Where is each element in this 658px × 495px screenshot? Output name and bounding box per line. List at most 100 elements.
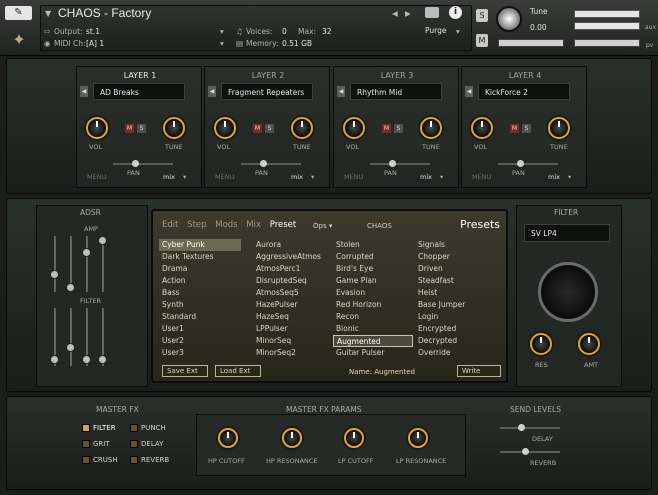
filter-type-select[interactable]: SV LP4 [524, 224, 610, 242]
filter-sustain-thumb[interactable] [82, 355, 91, 364]
ops-label[interactable]: Ops [313, 222, 327, 230]
name-value[interactable]: Augmented [374, 368, 415, 376]
tab-mix[interactable]: Mix [246, 220, 261, 230]
fx-grit-label[interactable]: GRIT [93, 440, 110, 448]
list-item[interactable]: Steadfast [415, 275, 497, 287]
filter-attack-thumb[interactable] [50, 355, 59, 364]
vol-knob[interactable] [343, 117, 365, 139]
output-dropdown-icon[interactable]: ▾ [220, 27, 224, 36]
list-item[interactable]: Drama [159, 263, 241, 275]
list-item[interactable]: Heist [415, 287, 497, 299]
list-item[interactable]: MinorSeq2 [253, 347, 329, 359]
mute-button[interactable]: M [253, 124, 262, 133]
list-item[interactable]: User2 [159, 335, 241, 347]
next-instrument-icon[interactable]: ▶ [405, 9, 411, 18]
res-knob[interactable] [530, 333, 552, 355]
layer-title[interactable]: LAYER 3 [334, 71, 460, 80]
mute-button[interactable]: M [125, 124, 134, 133]
list-item[interactable]: Action [159, 275, 241, 287]
filter-release-thumb[interactable] [98, 355, 107, 364]
write-button[interactable]: Write [457, 365, 501, 377]
layer-menu-arrow-icon[interactable]: ◀ [208, 86, 216, 97]
list-item[interactable]: AggressiveAtmos [253, 251, 329, 263]
solo-button[interactable]: S [265, 124, 274, 133]
amp-sustain-thumb[interactable] [82, 248, 91, 257]
menu-label[interactable]: MENU [472, 173, 491, 181]
list-item[interactable]: HazePulser [253, 299, 329, 311]
layer-menu-arrow-icon[interactable]: ◀ [337, 86, 345, 97]
pan-slider[interactable] [113, 163, 173, 165]
list-item[interactable]: Decrypted [415, 335, 497, 347]
instrument-title[interactable]: CHAOS - Factory [58, 6, 151, 20]
list-item[interactable]: Stolen [333, 239, 413, 251]
pan-thumb[interactable] [132, 160, 139, 167]
list-item[interactable]: Corrupted [333, 251, 413, 263]
tune-knob[interactable] [163, 117, 185, 139]
prev-instrument-icon[interactable]: ◀ [392, 9, 398, 18]
max-voices-value[interactable]: 32 [322, 27, 332, 36]
mix-menu[interactable]: mix [420, 173, 432, 181]
volume-slider[interactable] [574, 39, 640, 47]
layer-title[interactable]: LAYER 1 [77, 71, 203, 80]
list-item-selected[interactable]: Augmented [333, 335, 413, 347]
fx-grit-toggle[interactable] [82, 440, 90, 448]
mix-dropdown-icon[interactable]: ▾ [311, 173, 314, 181]
purge-menu[interactable]: Purge [425, 26, 446, 35]
tab-step[interactable]: Step [187, 220, 206, 230]
ops-menu[interactable]: Ops ▾ [313, 222, 332, 230]
filter-decay-thumb[interactable] [66, 343, 75, 352]
list-item[interactable]: Red Horizon [333, 299, 413, 311]
mix-menu[interactable]: mix [163, 173, 175, 181]
list-item[interactable]: Synth [159, 299, 241, 311]
tab-edit[interactable]: Edit [162, 220, 178, 230]
reverb-send-thumb[interactable] [522, 448, 529, 455]
amp-attack-slider[interactable] [54, 236, 56, 292]
tune-knob[interactable] [496, 6, 522, 32]
fx-punch-label[interactable]: PUNCH [141, 424, 166, 432]
menu-label[interactable]: MENU [344, 173, 363, 181]
mix-dropdown-icon[interactable]: ▾ [568, 173, 571, 181]
fx-crush-toggle[interactable] [82, 456, 90, 464]
vol-knob[interactable] [471, 117, 493, 139]
fx-reverb-toggle[interactable] [130, 456, 138, 464]
layer-preset-select[interactable]: Fragment Repeaters [221, 83, 313, 100]
solo-button[interactable]: S [522, 124, 531, 133]
list-item[interactable]: DisruptedSeq [253, 275, 329, 287]
reverb-send-slider[interactable] [500, 451, 560, 453]
fx-crush-label[interactable]: CRUSH [93, 456, 118, 464]
tab-mods[interactable]: Mods [215, 220, 237, 230]
midi-channel-value[interactable]: [A] 1 [86, 39, 104, 48]
collapse-triangle-icon[interactable]: ▼ [45, 9, 51, 18]
vol-knob[interactable] [214, 117, 236, 139]
list-item[interactable]: LPPulser [253, 323, 329, 335]
layer-preset-select[interactable]: Rhythm Mid [350, 83, 442, 100]
mute-button[interactable]: M [476, 34, 488, 47]
list-item[interactable]: Base Jumper [415, 299, 497, 311]
list-item[interactable]: Driven [415, 263, 497, 275]
list-item[interactable]: User1 [159, 323, 241, 335]
mute-button[interactable]: M [382, 124, 391, 133]
solo-button[interactable]: S [476, 9, 488, 22]
list-item[interactable]: Standard [159, 311, 241, 323]
tune-knob[interactable] [291, 117, 313, 139]
list-item[interactable]: Recon [333, 311, 413, 323]
output-value[interactable]: st.1 [86, 27, 100, 36]
list-item[interactable]: Override [415, 347, 497, 359]
list-item[interactable]: Game Plan [333, 275, 413, 287]
pan-slider[interactable] [498, 163, 558, 165]
vol-knob[interactable] [86, 117, 108, 139]
amp-sustain-slider[interactable] [86, 236, 88, 292]
amt-knob[interactable] [578, 333, 600, 355]
list-item[interactable]: Evasion [333, 287, 413, 299]
list-item[interactable]: Login [415, 311, 497, 323]
list-item[interactable]: Signals [415, 239, 497, 251]
list-item[interactable]: AtmosPerc1 [253, 263, 329, 275]
list-item[interactable]: Bird's Eye [333, 263, 413, 275]
list-item[interactable]: Cyber Punk [159, 239, 241, 251]
fx-delay-label[interactable]: DELAY [141, 440, 163, 448]
fx-delay-toggle[interactable] [130, 440, 138, 448]
fx-reverb-label[interactable]: REVERB [141, 456, 169, 464]
pan-slider[interactable] [241, 163, 301, 165]
lp-cutoff-knob[interactable] [344, 428, 364, 448]
info-icon[interactable]: i [449, 6, 462, 19]
